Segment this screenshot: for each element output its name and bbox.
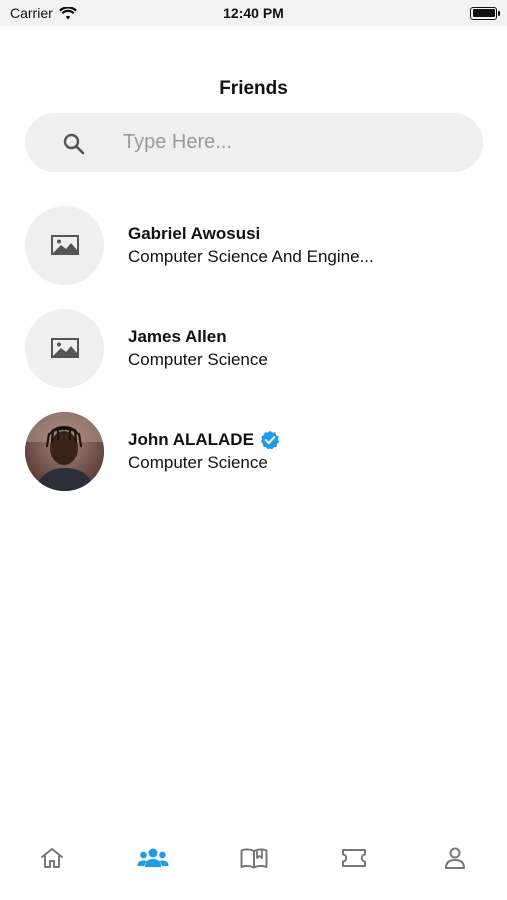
book-icon <box>240 848 267 869</box>
avatar <box>25 205 104 285</box>
tab-bar <box>0 832 507 900</box>
home-icon <box>41 848 63 868</box>
verified-badge-icon <box>260 430 280 449</box>
carrier-label: Carrier <box>10 5 53 21</box>
profile-icon <box>445 847 465 869</box>
friend-list-item[interactable]: James Allen Computer Science <box>25 308 485 388</box>
avatar <box>25 411 104 491</box>
tab-library[interactable] <box>230 844 278 872</box>
page-title: Friends <box>219 78 288 99</box>
friend-department: Computer Science <box>128 452 268 472</box>
ticket-icon <box>342 849 367 867</box>
friend-list-item[interactable]: Gabriel Awosusi Computer Science And Eng… <box>25 205 485 285</box>
friend-info: James Allen Computer Science <box>128 327 268 370</box>
placeholder-image-icon <box>50 338 79 358</box>
friend-name-text: Gabriel Awosusi <box>128 223 261 243</box>
battery-icon <box>470 6 500 20</box>
friend-list-item[interactable]: John ALALADE Computer Science <box>25 411 485 491</box>
tab-friends[interactable] <box>129 844 177 872</box>
friend-name: Gabriel Awosusi <box>128 224 374 244</box>
profile-photo <box>25 411 104 491</box>
search-icon <box>63 133 85 155</box>
friends-screen: Carrier 12:40 PM Friends Type Here... Ga… <box>0 0 507 900</box>
friend-name: John ALALADE <box>128 430 280 450</box>
friend-name-text: James Allen <box>128 326 227 346</box>
search-input[interactable] <box>123 113 463 172</box>
battery-level <box>472 9 495 17</box>
tab-tickets[interactable] <box>330 844 378 872</box>
avatar <box>25 308 104 388</box>
tab-profile[interactable] <box>431 844 479 872</box>
status-left: Carrier <box>10 5 77 21</box>
friend-name: James Allen <box>128 327 268 347</box>
friend-name-text: John ALALADE <box>128 429 254 449</box>
friend-info: John ALALADE Computer Science <box>128 430 280 473</box>
status-bar: Carrier 12:40 PM <box>0 0 507 26</box>
wifi-icon <box>58 6 77 19</box>
search-bar[interactable] <box>25 113 483 172</box>
tab-home[interactable] <box>28 844 76 872</box>
friend-department: Computer Science And Engine... <box>128 246 374 266</box>
friend-department: Computer Science <box>128 349 268 369</box>
friends-icon <box>137 848 169 867</box>
placeholder-image-icon <box>50 235 79 255</box>
friend-info: Gabriel Awosusi Computer Science And Eng… <box>128 224 374 267</box>
